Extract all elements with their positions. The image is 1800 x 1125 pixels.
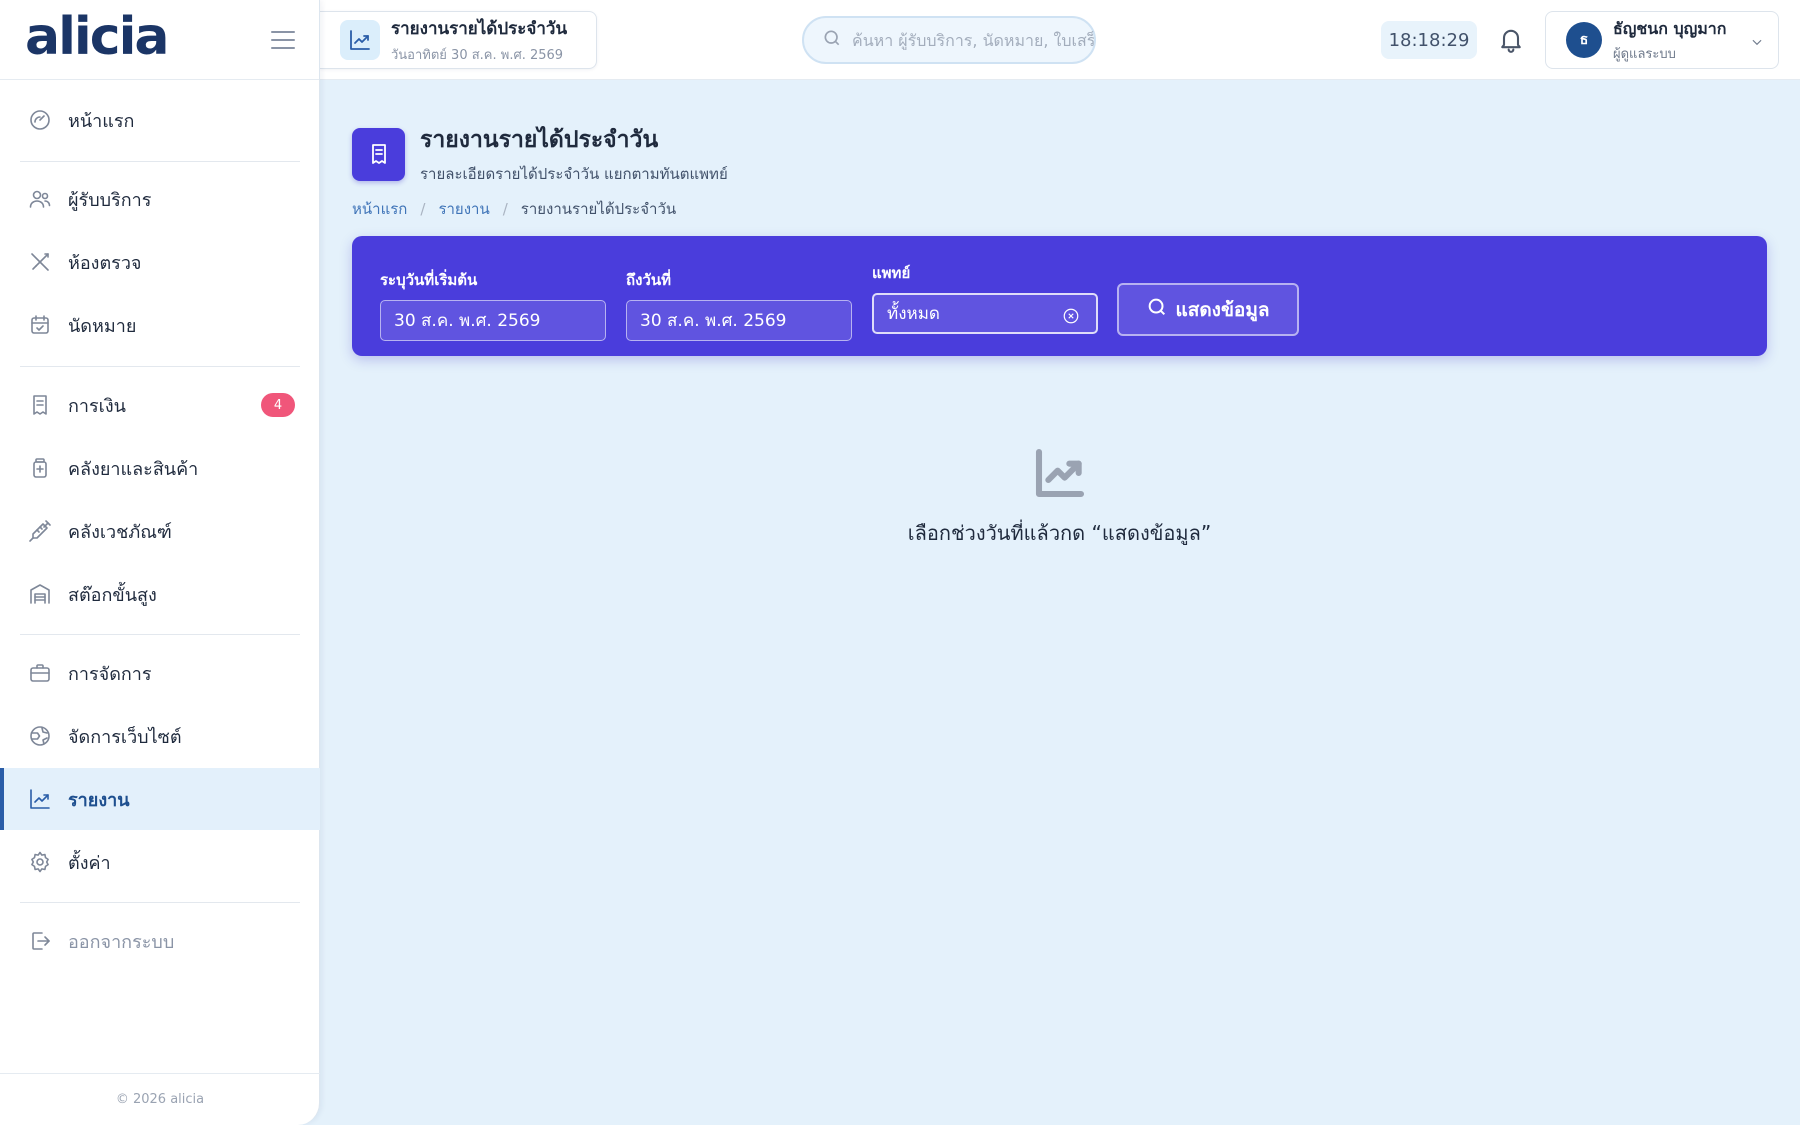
sidebar-divider <box>20 634 300 635</box>
sidebar: alicia หน้าแรก ผู้รับบริการ ห้องตรวจ นัด… <box>0 0 320 1125</box>
receipt-icon <box>352 127 405 181</box>
sidebar-item-label: นัดหมาย <box>68 315 137 337</box>
briefcase-icon <box>28 661 52 685</box>
sidebar-item-label: การจัดการ <box>68 663 152 685</box>
page-header: รายงานรายได้ประจำวัน รายละเอียดรายได้ประ… <box>352 122 728 186</box>
sidebar-item-settings[interactable]: ตั้งค่า <box>0 831 320 893</box>
sidebar-divider <box>20 902 300 903</box>
sidebar-item-patients[interactable]: ผู้รับบริการ <box>0 168 320 230</box>
user-role: ผู้ดูแลระบบ <box>1613 46 1676 62</box>
sidebar-divider <box>20 366 300 367</box>
start-date-input[interactable]: 30 ส.ค. พ.ศ. 2569 <box>380 300 606 341</box>
end-date-field: ถึงวันที่ 30 ส.ค. พ.ศ. 2569 <box>626 268 852 341</box>
sidebar-item-appointments[interactable]: นัดหมาย <box>0 294 320 356</box>
breadcrumb-separator: / <box>502 200 508 218</box>
global-search <box>802 16 1096 64</box>
sidebar-item-management[interactable]: การจัดการ <box>0 642 320 704</box>
breadcrumb: หน้าแรก / รายงาน / รายงานรายได้ประจำวัน <box>352 197 676 221</box>
medicine-bottle-icon <box>28 456 52 480</box>
breadcrumb-home[interactable]: หน้าแรก <box>352 197 407 221</box>
logout-icon <box>28 929 52 953</box>
empty-state-message: เลือกช่วงวันที่แล้วกด “แสดงข้อมูล” <box>907 521 1212 545</box>
syringe-icon <box>28 519 52 543</box>
doctor-field: แพทย์ ทั้งหมด <box>872 261 1098 334</box>
sidebar-item-advanced-stock[interactable]: สต๊อกขั้นสูง <box>0 563 320 625</box>
trend-chart-icon <box>28 787 52 811</box>
app-logo[interactable]: alicia <box>25 11 169 63</box>
current-page-chip: รายงานรายได้ประจำวัน วันอาทิตย์ 30 ส.ค. … <box>320 11 597 69</box>
doctor-select-value: ทั้งหมด <box>887 304 940 324</box>
avatar: ธ <box>1566 22 1602 58</box>
end-date-label: ถึงวันที่ <box>626 271 671 289</box>
notification-badge: 4 <box>261 393 295 417</box>
doctor-select[interactable]: ทั้งหมด <box>872 293 1098 334</box>
sidebar-item-finance[interactable]: การเงิน 4 <box>0 374 320 436</box>
breadcrumb-separator: / <box>420 200 426 218</box>
doctor-label: แพทย์ <box>872 264 911 282</box>
start-date-field: ระบุวันที่เริ่มต้น 30 ส.ค. พ.ศ. 2569 <box>380 268 606 341</box>
current-date: วันอาทิตย์ 30 ส.ค. พ.ศ. 2569 <box>391 48 564 63</box>
start-date-label: ระบุวันที่เริ่มต้น <box>380 271 478 289</box>
sidebar-item-label: การเงิน <box>68 395 126 417</box>
calendar-check-icon <box>28 313 52 337</box>
sidebar-item-label: สต๊อกขั้นสูง <box>68 584 157 606</box>
warehouse-icon <box>28 582 52 606</box>
sidebar-item-label: ตั้งค่า <box>68 852 111 874</box>
sidebar-item-label: จัดการเว็บไซต์ <box>68 726 182 748</box>
trend-chart-icon <box>340 20 380 60</box>
filter-panel: ระบุวันที่เริ่มต้น 30 ส.ค. พ.ศ. 2569 ถึง… <box>352 236 1767 356</box>
sidebar-item-website[interactable]: จัดการเว็บไซต์ <box>0 705 320 767</box>
sidebar-item-home[interactable]: หน้าแรก <box>0 89 320 151</box>
sidebar-item-label: คลังเวชภัณฑ์ <box>68 521 172 543</box>
sidebar-item-label: ออกจากระบบ <box>68 931 175 953</box>
gear-icon <box>28 850 52 874</box>
user-menu[interactable]: ธ ธัญชนก บุญมาก ผู้ดูแลระบบ <box>1545 11 1779 69</box>
sidebar-divider <box>20 161 300 162</box>
sidebar-footer: © 2026 alicia <box>0 1073 320 1125</box>
chevron-down-icon <box>1750 34 1764 53</box>
sidebar-item-label: รายงาน <box>68 789 130 811</box>
clear-icon[interactable] <box>1062 307 1080 325</box>
user-name: ธัญชนก บุญมาก <box>1613 18 1727 38</box>
globe-icon <box>28 724 52 748</box>
users-icon <box>28 187 52 211</box>
sidebar-item-medical-supplies[interactable]: คลังเวชภัณฑ์ <box>0 500 320 562</box>
show-data-button[interactable]: แสดงข้อมูล <box>1117 283 1299 336</box>
current-page-title: รายงานรายได้ประจำวัน <box>391 19 568 39</box>
sidebar-item-exam-room[interactable]: ห้องตรวจ <box>0 231 320 293</box>
page-title: รายงานรายได้ประจำวัน <box>420 127 659 153</box>
page-subtitle: รายละเอียดรายได้ประจำวัน แยกตามทันตแพทย์ <box>420 165 728 183</box>
logo-row: alicia <box>0 0 319 80</box>
top-bar: รายงานรายได้ประจำวัน วันอาทิตย์ 30 ส.ค. … <box>320 0 1800 80</box>
show-data-label: แสดงข้อมูล <box>1175 298 1270 321</box>
clock: 18:18:29 <box>1381 21 1477 59</box>
dental-tools-icon <box>28 250 52 274</box>
sidebar-item-label: ผู้รับบริการ <box>68 189 152 211</box>
sidebar-item-reports[interactable]: รายงาน <box>0 768 320 830</box>
search-icon <box>822 28 842 52</box>
end-date-input[interactable]: 30 ส.ค. พ.ศ. 2569 <box>626 300 852 341</box>
receipt-icon <box>28 393 52 417</box>
sidebar-item-label: หน้าแรก <box>68 110 135 132</box>
sidebar-item-logout[interactable]: ออกจากระบบ <box>0 910 320 972</box>
dashboard-gauge-icon <box>28 108 52 132</box>
breadcrumb-current: รายงานรายได้ประจำวัน <box>520 200 677 218</box>
sidebar-item-pharmacy[interactable]: คลังยาและสินค้า <box>0 437 320 499</box>
breadcrumb-reports[interactable]: รายงาน <box>438 197 489 221</box>
sidebar-item-label: คลังยาและสินค้า <box>68 458 199 480</box>
bell-icon[interactable] <box>1497 24 1525 54</box>
trend-chart-icon <box>1032 445 1088 501</box>
menu-toggle-icon[interactable] <box>271 30 295 49</box>
search-input[interactable] <box>852 30 1094 50</box>
sidebar-item-label: ห้องตรวจ <box>68 252 142 274</box>
empty-state: เลือกช่วงวันที่แล้วกด “แสดงข้อมูล” <box>352 445 1767 549</box>
search-icon <box>1146 296 1175 323</box>
